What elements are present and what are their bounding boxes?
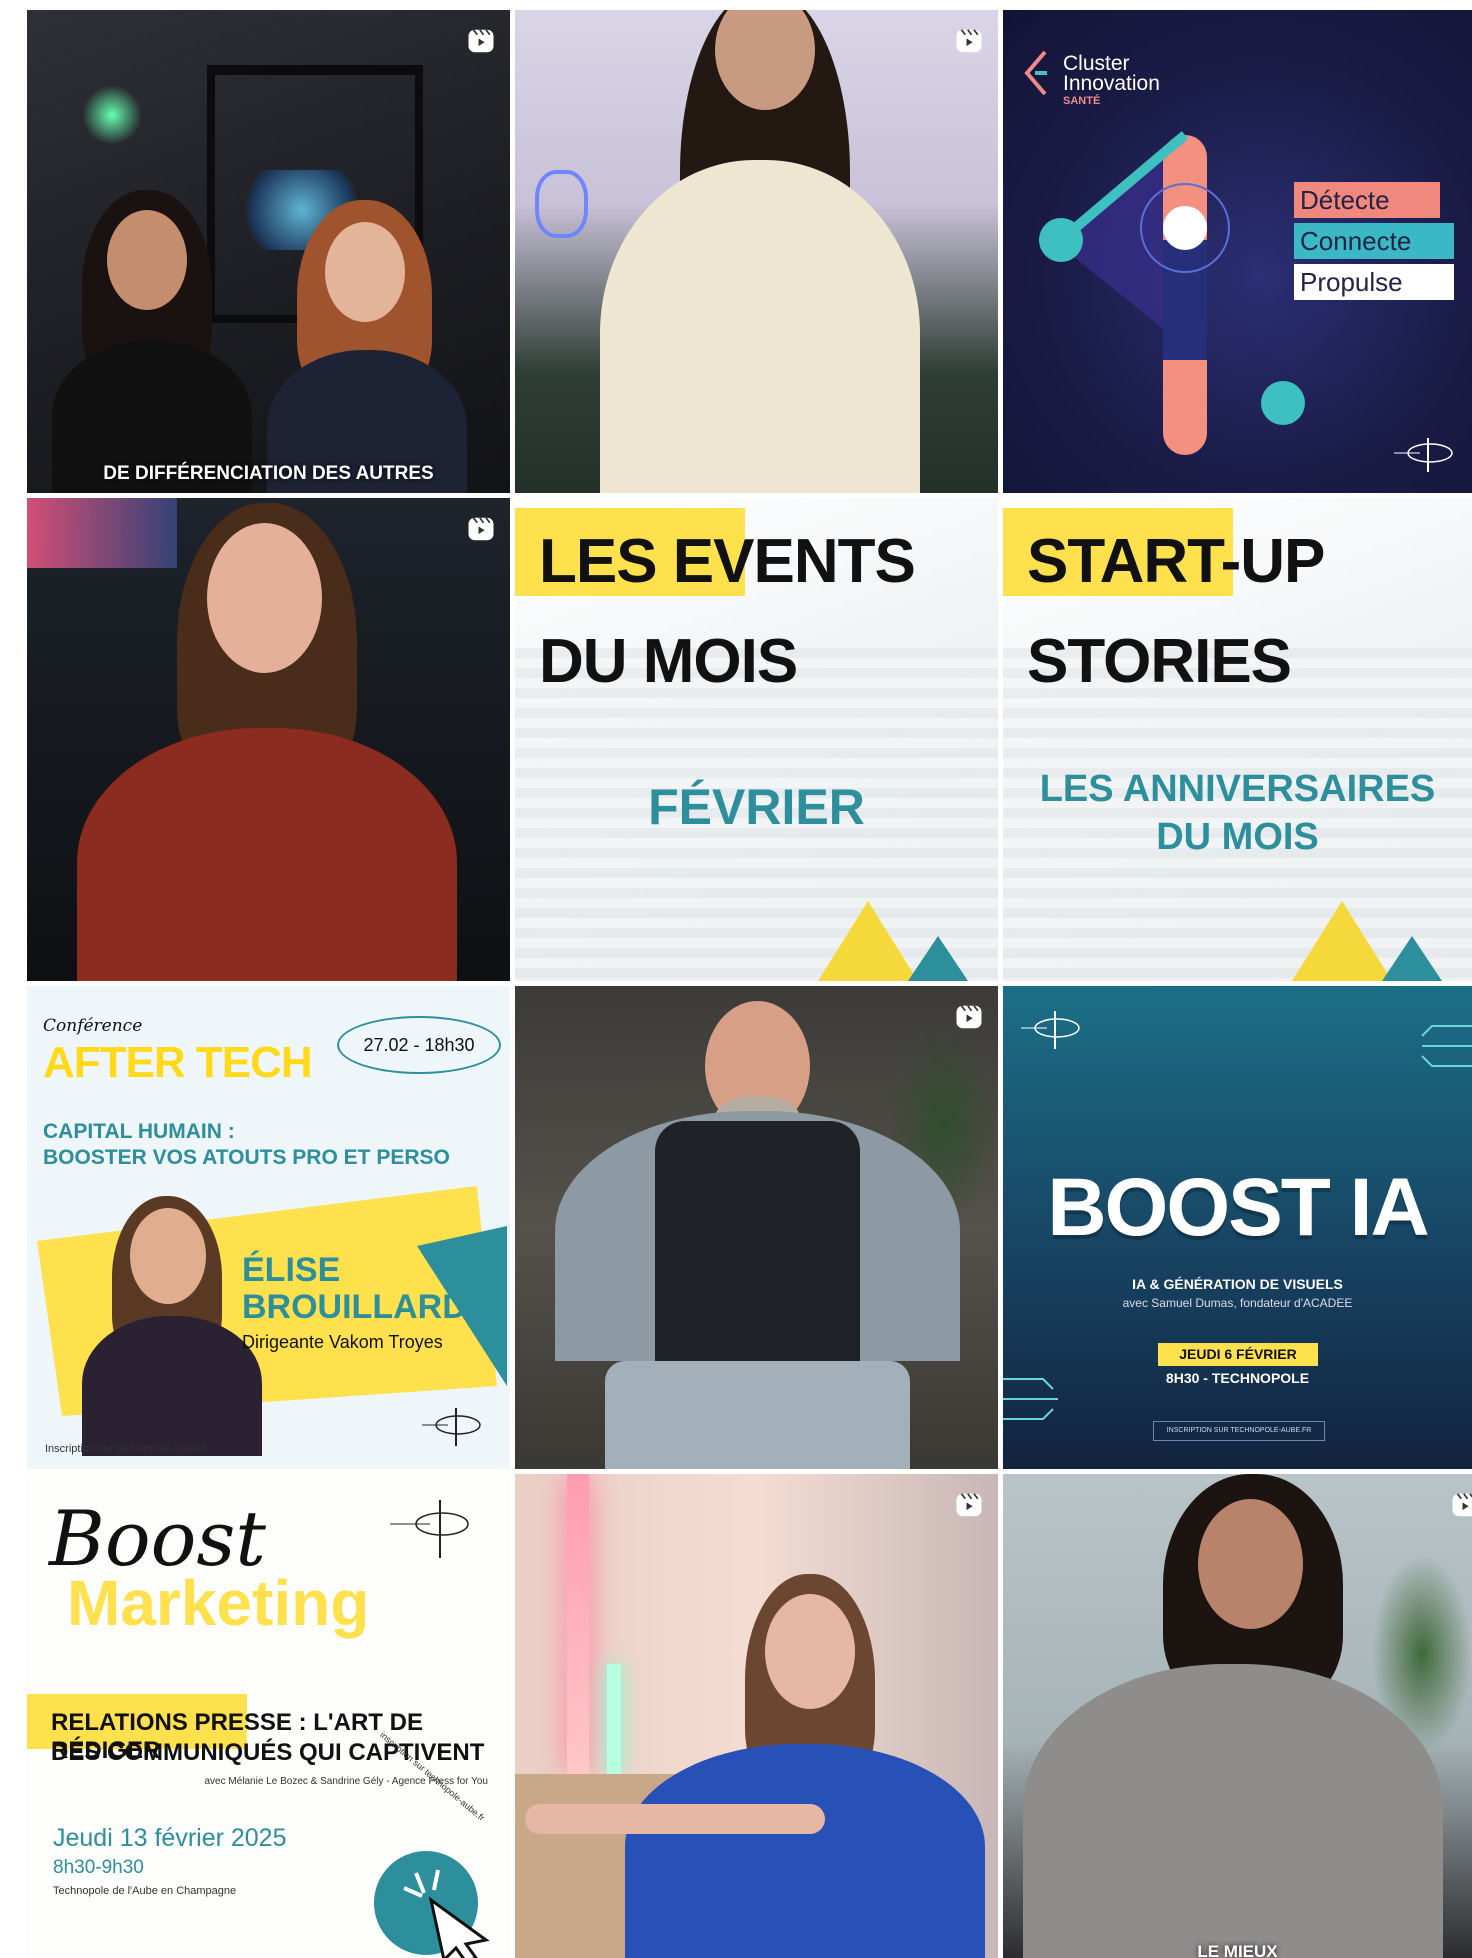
marketing-time: 8h30-9h30 bbox=[53, 1857, 144, 1878]
speaker-role: Dirigeante Vakom Troyes bbox=[242, 1332, 443, 1352]
helix-graphic bbox=[1039, 131, 1305, 455]
boost-title: BOOST IA bbox=[1047, 1162, 1429, 1253]
cluster-logo-icon bbox=[1024, 50, 1047, 96]
boost-sub: IA & GÉNÉRATION DE VISUELS bbox=[1132, 1276, 1343, 1292]
triangles-decor bbox=[1292, 901, 1442, 981]
reel-icon bbox=[468, 29, 494, 53]
cluster-subtitle: SANTÉ bbox=[1063, 95, 1101, 107]
post-grid: DE DIFFÉRENCIATION DES AUTRES Cluster In… bbox=[27, 10, 1472, 1958]
post-tile-2[interactable] bbox=[515, 10, 998, 493]
speaker-name-1: ÉLISE bbox=[242, 1251, 341, 1289]
circuit-decor bbox=[1003, 1378, 1058, 1420]
startup-sub-2: DU MOIS bbox=[1156, 816, 1319, 858]
person-seated bbox=[1013, 1474, 1453, 1958]
conf-title: AFTER TECH bbox=[43, 1038, 313, 1087]
person-center bbox=[600, 10, 920, 493]
post-tile-1[interactable]: DE DIFFÉRENCIATION DES AUTRES bbox=[27, 10, 510, 493]
video-caption: LE MIEUX bbox=[1197, 1942, 1278, 1958]
post-tile-5[interactable]: LES EVENTS DU MOIS FÉVRIER bbox=[515, 498, 998, 981]
technopole-logo-icon bbox=[1394, 438, 1453, 472]
triangles-decor bbox=[818, 901, 968, 981]
events-title-1: LES EVENTS bbox=[539, 527, 916, 596]
reel-icon bbox=[468, 517, 494, 541]
post-tile-9[interactable]: BOOST IA IA & GÉNÉRATION DE VISUELS avec… bbox=[1003, 986, 1472, 1469]
technopole-logo-icon bbox=[390, 1500, 469, 1558]
post-tile-3[interactable]: Cluster Innovation SANTÉ Détecte Connect… bbox=[1003, 10, 1472, 493]
startup-title-2: STORIES bbox=[1027, 627, 1292, 696]
post-tile-6[interactable]: START-UP STORIES LES ANNIVERSAIRES DU MO… bbox=[1003, 498, 1472, 981]
boost-with: avec Samuel Dumas, fondateur d'ACADEE bbox=[1122, 1296, 1353, 1310]
reel-icon bbox=[956, 1005, 982, 1029]
post-tile-4[interactable] bbox=[27, 498, 510, 981]
neon-decor bbox=[535, 170, 588, 238]
boost-date: JEUDI 6 FÉVRIER bbox=[1158, 1343, 1318, 1366]
reel-icon bbox=[1452, 1493, 1472, 1517]
post-tile-10[interactable]: Boost Marketing RELATIONS PRESSE : L'ART… bbox=[27, 1474, 510, 1958]
technopole-logo-icon bbox=[1021, 1011, 1080, 1049]
tag-propulse: Propulse bbox=[1294, 264, 1454, 300]
person-right bbox=[267, 200, 467, 493]
person-center bbox=[77, 498, 457, 981]
video-caption: DE DIFFÉRENCIATION DES AUTRES bbox=[103, 463, 434, 484]
events-title-2: DU MOIS bbox=[539, 627, 798, 696]
boost-cta: INSCRIPTION SUR TECHNOPOLE-AUBE.FR bbox=[1153, 1421, 1325, 1441]
lamp-green bbox=[82, 85, 142, 145]
person-left bbox=[52, 190, 252, 493]
conf-kicker: Conférence bbox=[43, 1016, 143, 1036]
technopole-logo-icon bbox=[422, 1408, 481, 1446]
click-icon bbox=[374, 1851, 490, 1958]
marketing-place: Technopole de l'Aube en Champagne bbox=[53, 1885, 237, 1897]
marketing-date: Jeudi 13 février 2025 bbox=[53, 1824, 287, 1852]
circuit-decor bbox=[1421, 1025, 1472, 1067]
speaker-photo bbox=[82, 1196, 262, 1456]
conf-theme-2: BOOSTER VOS ATOUTS PRO ET PERSO bbox=[43, 1146, 450, 1169]
conf-footer: Inscription sur technopole-aube.fr bbox=[45, 1443, 209, 1455]
post-tile-12[interactable]: LE MIEUX bbox=[1003, 1474, 1472, 1958]
tag-connecte: Connecte bbox=[1294, 223, 1454, 259]
post-tile-8[interactable] bbox=[515, 986, 998, 1469]
startup-title-1: START-UP bbox=[1027, 527, 1325, 596]
marketing-title: Marketing bbox=[67, 1567, 370, 1639]
speaker-name-2: BROUILLARD bbox=[242, 1288, 467, 1326]
startup-sub-1: LES ANNIVERSAIRES bbox=[1039, 768, 1436, 810]
conf-date: 27.02 - 18h30 bbox=[337, 1016, 501, 1074]
events-month: FÉVRIER bbox=[648, 779, 865, 835]
conf-theme-1: CAPITAL HUMAIN : bbox=[43, 1120, 235, 1143]
person-seated bbox=[525, 1574, 995, 1958]
person-seated bbox=[535, 1001, 980, 1469]
reel-icon bbox=[956, 1493, 982, 1517]
post-tile-7[interactable]: Conférence AFTER TECH 27.02 - 18h30 CAPI… bbox=[27, 986, 510, 1469]
reel-icon bbox=[956, 29, 982, 53]
cluster-title-2: Innovation bbox=[1063, 72, 1160, 95]
post-tile-11[interactable] bbox=[515, 1474, 998, 1958]
tag-detecte: Détecte bbox=[1294, 182, 1440, 218]
